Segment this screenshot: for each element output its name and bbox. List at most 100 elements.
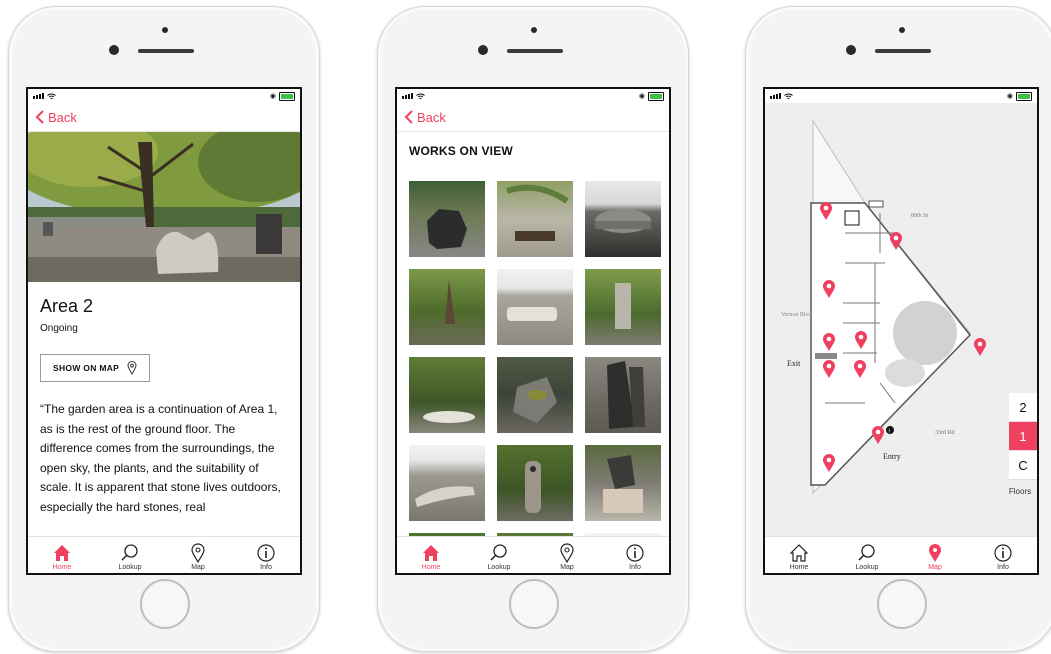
tab-lookup[interactable]: Lookup — [833, 537, 901, 573]
map-pin-icon[interactable] — [889, 231, 903, 251]
map-pin-icon[interactable] — [822, 332, 836, 352]
front-camera — [846, 45, 856, 55]
artwork-thumbnail[interactable] — [497, 181, 573, 257]
screen-map: ◉ 80th St 33rd Rd Vernon Blvd Exit Entry… — [763, 87, 1039, 575]
map-pin-icon[interactable] — [854, 330, 868, 350]
show-on-map-button[interactable]: SHOW ON MAP — [40, 354, 151, 382]
info-icon — [994, 544, 1012, 562]
search-icon — [490, 544, 507, 561]
map-pin-icon[interactable] — [871, 425, 885, 445]
street-label-vernon: Vernon Blvd — [781, 312, 812, 318]
map-pin-icon[interactable] — [853, 359, 867, 379]
tab-lookup[interactable]: Lookup — [96, 537, 164, 573]
screen-area-detail: ◉ Back Area 2 Ongoing SHOW ON MAP “The g… — [26, 87, 302, 575]
tab-label: Info — [997, 564, 1009, 571]
tab-bar: Home Lookup Map Info — [28, 536, 300, 573]
svg-text:i: i — [889, 429, 890, 435]
tab-info[interactable]: Info — [969, 537, 1037, 573]
tab-label: Info — [260, 564, 272, 571]
map-pin-icon — [127, 361, 137, 375]
tab-info[interactable]: Info — [601, 537, 669, 573]
battery-icon: ◉ — [270, 91, 295, 101]
tab-map[interactable]: Map — [164, 537, 232, 573]
search-icon — [121, 544, 138, 561]
exit-label: Exit — [787, 359, 801, 368]
tab-label: Lookup — [118, 564, 142, 571]
chevron-left-icon — [35, 110, 44, 124]
tab-label: Info — [629, 564, 641, 571]
phone-frame-works-on-view: ◉ Back WORKS ON VIEW Home Lookup Map Inf… — [377, 6, 689, 652]
map-pin-icon — [560, 543, 574, 563]
proximity-sensor — [531, 27, 537, 33]
artwork-thumbnail[interactable] — [409, 269, 485, 345]
artwork-thumbnail[interactable] — [409, 445, 485, 521]
proximity-sensor — [162, 27, 168, 33]
floor-map[interactable]: 80th St 33rd Rd Vernon Blvd Exit Entry i… — [765, 103, 1037, 537]
signal-wifi-icon — [770, 93, 793, 100]
tab-lookup[interactable]: Lookup — [465, 537, 533, 573]
tab-label: Home — [789, 564, 809, 571]
front-camera — [109, 45, 119, 55]
status-bar: ◉ — [397, 89, 669, 103]
map-pin-icon[interactable] — [819, 201, 833, 221]
artwork-thumbnail[interactable] — [497, 357, 573, 433]
back-button[interactable]: Back — [397, 103, 669, 132]
earpiece-speaker — [507, 49, 563, 53]
home-icon — [789, 544, 809, 562]
home-button[interactable] — [877, 579, 927, 629]
tab-label: Home — [421, 564, 441, 571]
info-icon — [257, 544, 275, 562]
battery-icon: ◉ — [1007, 91, 1032, 101]
back-button[interactable]: Back — [28, 103, 300, 132]
phone-frame-map: ◉ 80th St 33rd Rd Vernon Blvd Exit Entry… — [745, 6, 1051, 652]
home-icon — [423, 545, 439, 561]
tab-info[interactable]: Info — [232, 537, 300, 573]
tab-home[interactable]: Home — [397, 537, 465, 573]
tab-map[interactable]: Map — [901, 537, 969, 573]
artwork-thumbnail[interactable] — [585, 269, 661, 345]
artwork-thumbnail[interactable] — [585, 357, 661, 433]
signal-wifi-icon — [33, 93, 56, 100]
phone-frame-area-detail: ◉ Back Area 2 Ongoing SHOW ON MAP “The g… — [8, 6, 320, 652]
proximity-sensor — [899, 27, 905, 33]
screen-works-on-view: ◉ Back WORKS ON VIEW Home Lookup Map Inf… — [395, 87, 671, 575]
artwork-thumbnail[interactable] — [585, 445, 661, 521]
tab-label: Lookup — [855, 564, 879, 571]
floor-selector: 2 1 C — [1009, 393, 1037, 480]
tab-label: Lookup — [487, 564, 511, 571]
show-on-map-label: SHOW ON MAP — [53, 363, 120, 373]
battery-icon: ◉ — [639, 91, 664, 101]
floor-1-button[interactable]: 1 — [1009, 422, 1037, 451]
artwork-thumbnail[interactable] — [409, 181, 485, 257]
tab-map[interactable]: Map — [533, 537, 601, 573]
entry-label: Entry — [883, 452, 901, 461]
home-button[interactable] — [140, 579, 190, 629]
search-icon — [858, 544, 875, 561]
area-hero-photo — [28, 132, 300, 282]
artwork-thumbnail[interactable] — [497, 269, 573, 345]
artwork-thumbnail[interactable] — [409, 357, 485, 433]
map-pin-icon[interactable] — [822, 453, 836, 473]
tab-label: Map — [560, 564, 574, 571]
tab-label: Map — [191, 564, 205, 571]
map-pin-icon[interactable] — [973, 337, 987, 357]
tab-home[interactable]: Home — [765, 537, 833, 573]
artwork-thumbnail[interactable] — [497, 445, 573, 521]
map-pin-icon[interactable] — [822, 359, 836, 379]
street-label-80th: 80th St — [911, 213, 929, 219]
map-pin-icon — [929, 544, 941, 562]
earpiece-speaker — [138, 49, 194, 53]
floor-c-button[interactable]: C — [1009, 451, 1037, 480]
map-pin-icon — [191, 543, 205, 563]
signal-wifi-icon — [402, 93, 425, 100]
artwork-thumbnail[interactable] — [585, 181, 661, 257]
earpiece-speaker — [875, 49, 931, 53]
floor-2-button[interactable]: 2 — [1009, 393, 1037, 422]
tab-home[interactable]: Home — [28, 537, 96, 573]
home-icon — [54, 545, 70, 561]
status-bar: ◉ — [765, 89, 1037, 103]
floors-label: Floors — [1008, 487, 1032, 496]
home-button[interactable] — [509, 579, 559, 629]
info-icon — [626, 544, 644, 562]
map-pin-icon[interactable] — [822, 279, 836, 299]
